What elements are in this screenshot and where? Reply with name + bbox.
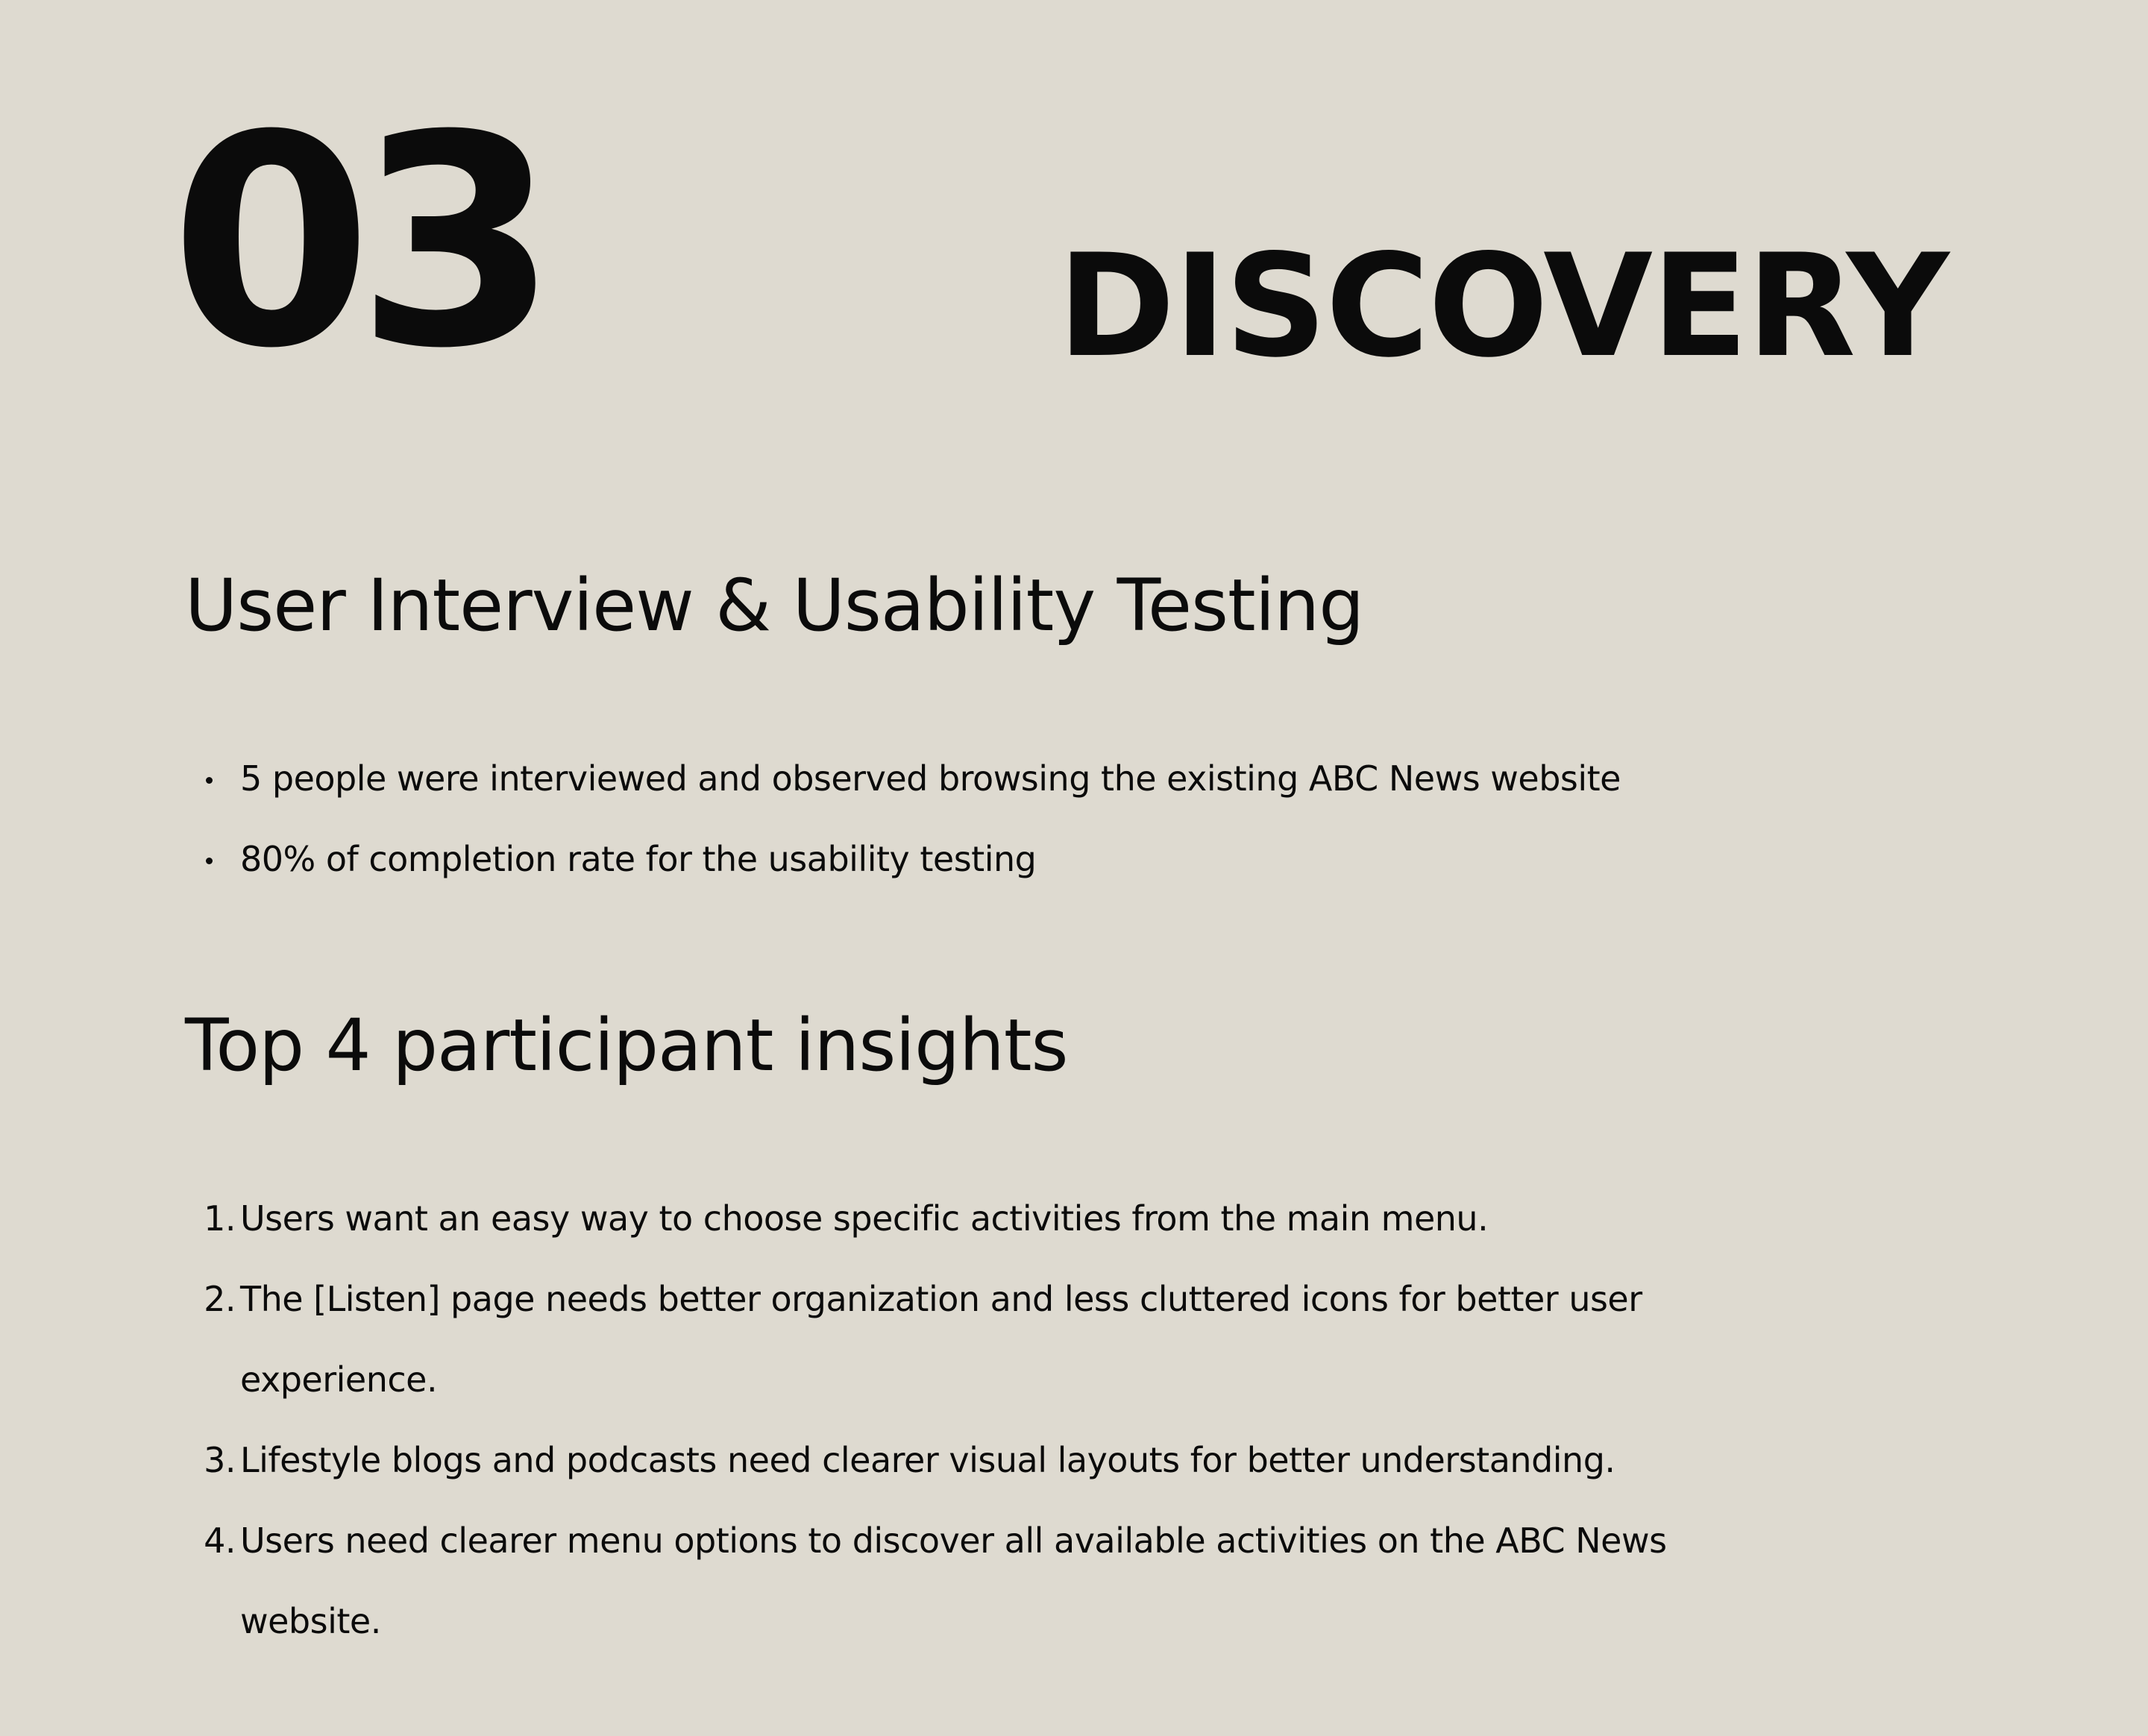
bullet-text: 80% of completion rate for the usability…	[240, 839, 1037, 879]
section-title: DISCOVERY	[1058, 224, 1949, 389]
insights-heading: Top 4 participant insights	[185, 1004, 1069, 1087]
section-number: 03	[170, 73, 559, 412]
bullet-item: 5 people were interviewed and observed b…	[0, 738, 1790, 819]
insight-text: The [Listen] page needs better organizat…	[240, 1279, 1642, 1400]
insight-item: 4. Users need clearer menu options to di…	[0, 1500, 2014, 1661]
bullet-dot-icon	[206, 777, 213, 784]
bullet-dot-icon	[206, 858, 213, 864]
bullet-text: 5 people were interviewed and observed b…	[240, 758, 1621, 799]
insight-item: 1. Users want an easy way to choose spec…	[0, 1178, 2014, 1259]
insight-text: Lifestyle blogs and podcasts need cleare…	[240, 1440, 1615, 1480]
interview-heading: User Interview & Usability Testing	[185, 564, 1364, 647]
bullet-item: 80% of completion rate for the usability…	[0, 819, 1790, 899]
interview-bullet-list: 5 people were interviewed and observed b…	[0, 738, 1790, 899]
insight-text: Users want an easy way to choose specifi…	[240, 1198, 1489, 1239]
insight-text: Users need clearer menu options to disco…	[240, 1520, 1667, 1641]
insight-marker: 1.	[204, 1198, 236, 1239]
insight-marker: 2.	[204, 1279, 236, 1319]
insight-item: 2. The [Listen] page needs better organi…	[0, 1259, 2014, 1420]
insight-item: 3. Lifestyle blogs and podcasts need cle…	[0, 1420, 2014, 1500]
insight-marker: 3.	[204, 1440, 236, 1480]
insights-list: 1. Users want an easy way to choose spec…	[0, 1178, 2014, 1661]
insight-marker: 4.	[204, 1520, 236, 1561]
